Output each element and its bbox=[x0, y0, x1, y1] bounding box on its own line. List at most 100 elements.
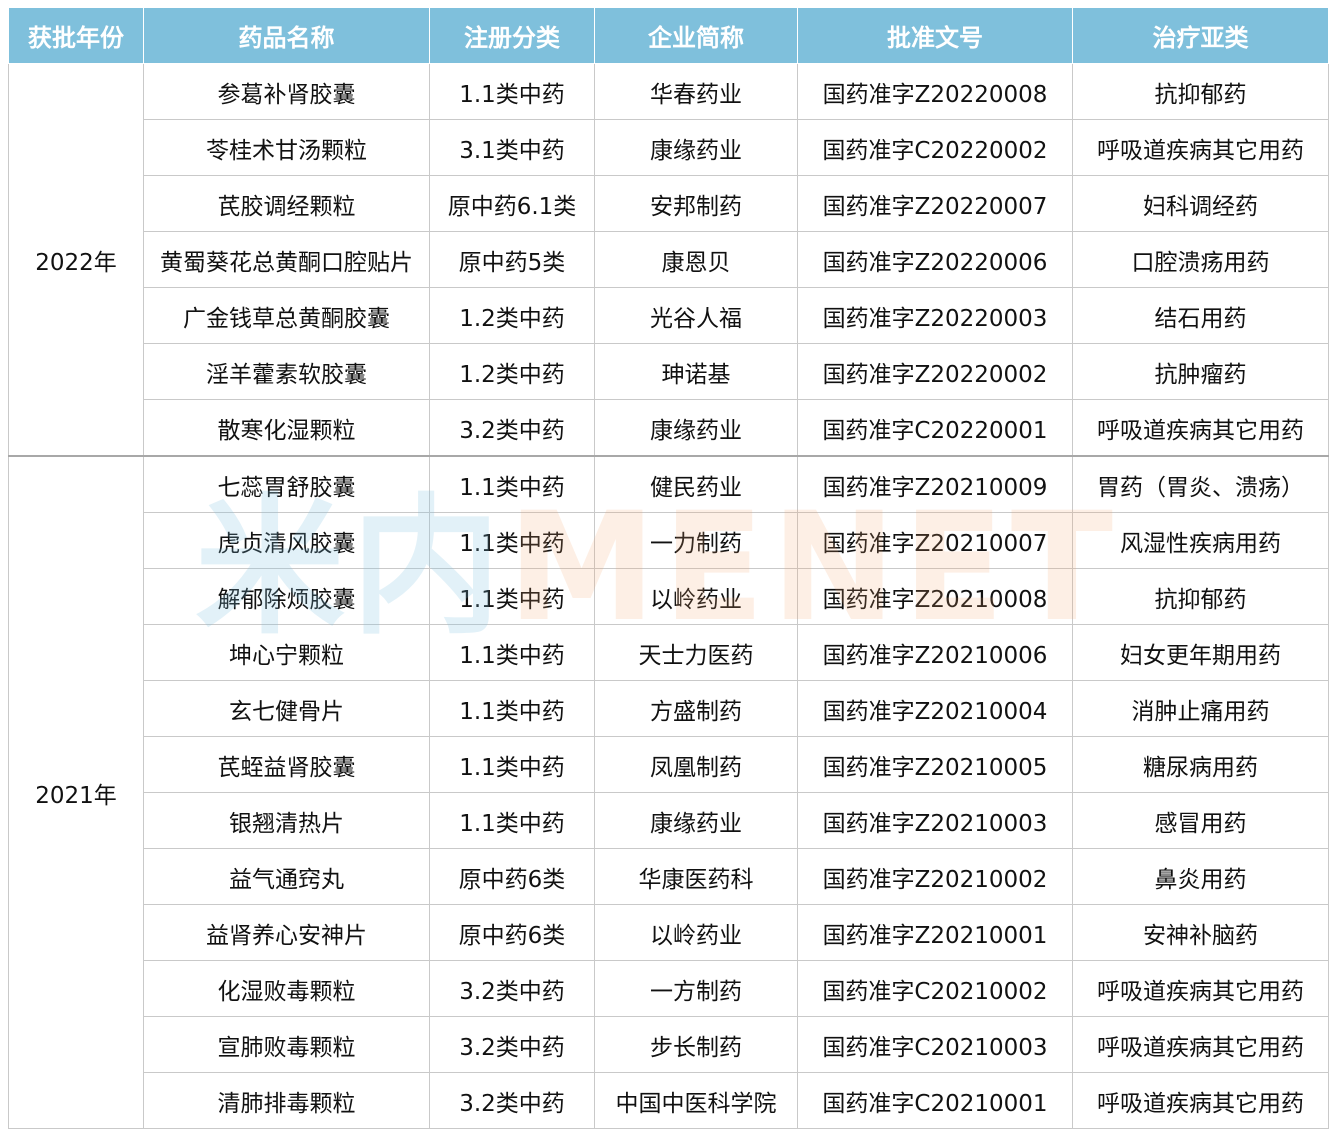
year-cell: 2022年 bbox=[8, 63, 144, 457]
approval-number-cell: 国药准字Z20210006 bbox=[797, 624, 1073, 681]
table-row: 宣肺败毒颗粒 3.2类中药 步长制药 国药准字C20210003 呼吸道疾病其它用药 bbox=[9, 1016, 1329, 1073]
approval-number-cell: 国药准字Z20210008 bbox=[797, 568, 1073, 625]
company-cell: 华康医药科 bbox=[594, 848, 798, 905]
drug-name-cell: 参葛补肾胶囊 bbox=[143, 63, 430, 120]
table-row: 2021年 七蕊胃舒胶囊 1.1类中药 健民药业 国药准字Z20210009 胃药（胃炎、… bbox=[8, 455, 1329, 1129]
drug-name-cell: 玄七健骨片 bbox=[143, 680, 430, 737]
table-row: 益肾养心安神片 原中药6类 以岭药业 国药准字Z20210001 安神补脑药 bbox=[9, 904, 1329, 961]
header-year: 获批年份 bbox=[8, 7, 144, 64]
registration-class-cell: 1.1类中药 bbox=[429, 736, 595, 793]
table-row: 银翘清热片 1.1类中药 康缘药业 国药准字Z20210003 感冒用药 bbox=[9, 792, 1329, 849]
therapy-subclass-cell: 胃药（胃炎、溃疡） bbox=[1072, 455, 1329, 513]
registration-class-cell: 原中药5类 bbox=[429, 231, 595, 288]
drug-name-cell: 虎贞清风胶囊 bbox=[143, 512, 430, 569]
company-cell: 一力制药 bbox=[594, 512, 798, 569]
drug-name-cell: 七蕊胃舒胶囊 bbox=[143, 455, 430, 513]
therapy-subclass-cell: 糖尿病用药 bbox=[1072, 736, 1329, 793]
therapy-subclass-cell: 风湿性疾病用药 bbox=[1072, 512, 1329, 569]
registration-class-cell: 1.2类中药 bbox=[429, 287, 595, 344]
therapy-subclass-cell: 抗抑郁药 bbox=[1072, 568, 1329, 625]
approval-number-cell: 国药准字Z20210004 bbox=[797, 680, 1073, 737]
drug-name-cell: 银翘清热片 bbox=[143, 792, 430, 849]
registration-class-cell: 1.2类中药 bbox=[429, 343, 595, 400]
drug-approval-table: 获批年份 药品名称 注册分类 企业简称 批准文号 治疗亚类 2022年 参葛补肾胶… bbox=[8, 7, 1329, 1129]
therapy-subclass-cell: 结石用药 bbox=[1072, 287, 1329, 344]
table-row: 淫羊藿素软胶囊 1.2类中药 珅诺基 国药准字Z20220002 抗肿瘤药 bbox=[9, 343, 1329, 400]
registration-class-cell: 1.1类中药 bbox=[429, 455, 595, 513]
therapy-subclass-cell: 妇科调经药 bbox=[1072, 175, 1329, 232]
registration-class-cell: 原中药6.1类 bbox=[429, 175, 595, 232]
therapy-subclass-cell: 安神补脑药 bbox=[1072, 904, 1329, 961]
company-cell: 安邦制药 bbox=[594, 175, 798, 232]
therapy-subclass-cell: 抗抑郁药 bbox=[1072, 63, 1329, 120]
therapy-subclass-cell: 妇女更年期用药 bbox=[1072, 624, 1329, 681]
approval-number-cell: 国药准字Z20220002 bbox=[797, 343, 1073, 400]
table-row: 化湿败毒颗粒 3.2类中药 一方制药 国药准字C20210002 呼吸道疾病其它用药 bbox=[9, 960, 1329, 1017]
approval-number-cell: 国药准字Z20210005 bbox=[797, 736, 1073, 793]
registration-class-cell: 1.1类中药 bbox=[429, 63, 595, 120]
table-row: 黄蜀葵花总黄酮口腔贴片 原中药5类 康恩贝 国药准字Z20220006 口腔溃疡用药 bbox=[9, 231, 1329, 288]
company-cell: 康缘药业 bbox=[594, 792, 798, 849]
drug-name-cell: 芪蛭益肾胶囊 bbox=[143, 736, 430, 793]
drug-name-cell: 宣肺败毒颗粒 bbox=[143, 1016, 430, 1073]
table-row: 苓桂术甘汤颗粒 3.1类中药 康缘药业 国药准字C20220002 呼吸道疾病其它用药 bbox=[9, 119, 1329, 176]
approval-number-cell: 国药准字Z20210009 bbox=[797, 455, 1073, 513]
table-row: 玄七健骨片 1.1类中药 方盛制药 国药准字Z20210004 消肿止痛用药 bbox=[9, 680, 1329, 737]
therapy-subclass-cell: 呼吸道疾病其它用药 bbox=[1072, 960, 1329, 1017]
table-row: 芪蛭益肾胶囊 1.1类中药 凤凰制药 国药准字Z20210005 糖尿病用药 bbox=[9, 736, 1329, 793]
drug-name-cell: 益气通窍丸 bbox=[143, 848, 430, 905]
company-cell: 康缘药业 bbox=[594, 119, 798, 176]
approval-number-cell: 国药准字Z20220008 bbox=[797, 63, 1073, 120]
year-cell: 2021年 bbox=[8, 455, 144, 1129]
therapy-subclass-cell: 消肿止痛用药 bbox=[1072, 680, 1329, 737]
registration-class-cell: 1.1类中药 bbox=[429, 680, 595, 737]
registration-class-cell: 3.2类中药 bbox=[429, 960, 595, 1017]
header-therapy-subclass: 治疗亚类 bbox=[1072, 7, 1329, 64]
drug-name-cell: 坤心宁颗粒 bbox=[143, 624, 430, 681]
registration-class-cell: 原中药6类 bbox=[429, 848, 595, 905]
drug-name-cell: 益肾养心安神片 bbox=[143, 904, 430, 961]
registration-class-cell: 1.1类中药 bbox=[429, 792, 595, 849]
therapy-subclass-cell: 呼吸道疾病其它用药 bbox=[1072, 1016, 1329, 1073]
drug-name-cell: 散寒化湿颗粒 bbox=[143, 399, 430, 457]
drug-name-cell: 芪胶调经颗粒 bbox=[143, 175, 430, 232]
approval-number-cell: 国药准字Z20220003 bbox=[797, 287, 1073, 344]
table-row: 2022年 参葛补肾胶囊 1.1类中药 华春药业 国药准字Z20220008 抗抑郁药 bbox=[8, 63, 1329, 457]
company-cell: 方盛制药 bbox=[594, 680, 798, 737]
drug-name-cell: 淫羊藿素软胶囊 bbox=[143, 343, 430, 400]
company-cell: 珅诺基 bbox=[594, 343, 798, 400]
company-cell: 中国中医科学院 bbox=[594, 1072, 798, 1129]
header-approval-number: 批准文号 bbox=[797, 7, 1073, 64]
therapy-subclass-cell: 呼吸道疾病其它用药 bbox=[1072, 119, 1329, 176]
therapy-subclass-cell: 呼吸道疾病其它用药 bbox=[1072, 399, 1329, 457]
drug-name-cell: 清肺排毒颗粒 bbox=[143, 1072, 430, 1129]
company-cell: 康恩贝 bbox=[594, 231, 798, 288]
drug-name-cell: 化湿败毒颗粒 bbox=[143, 960, 430, 1017]
approval-number-cell: 国药准字Z20210003 bbox=[797, 792, 1073, 849]
company-cell: 天士力医药 bbox=[594, 624, 798, 681]
registration-class-cell: 原中药6类 bbox=[429, 904, 595, 961]
table-row: 解郁除烦胶囊 1.1类中药 以岭药业 国药准字Z20210008 抗抑郁药 bbox=[9, 568, 1329, 625]
company-cell: 光谷人福 bbox=[594, 287, 798, 344]
therapy-subclass-cell: 感冒用药 bbox=[1072, 792, 1329, 849]
approval-number-cell: 国药准字C20220002 bbox=[797, 119, 1073, 176]
company-cell: 健民药业 bbox=[594, 455, 798, 513]
table-row: 广金钱草总黄酮胶囊 1.2类中药 光谷人福 国药准字Z20220003 结石用药 bbox=[9, 287, 1329, 344]
header-drug-name: 药品名称 bbox=[143, 7, 430, 64]
drug-name-cell: 解郁除烦胶囊 bbox=[143, 568, 430, 625]
therapy-subclass-cell: 鼻炎用药 bbox=[1072, 848, 1329, 905]
registration-class-cell: 1.1类中药 bbox=[429, 568, 595, 625]
approval-number-cell: 国药准字C20210003 bbox=[797, 1016, 1073, 1073]
approval-number-cell: 国药准字Z20210007 bbox=[797, 512, 1073, 569]
registration-class-cell: 1.1类中药 bbox=[429, 512, 595, 569]
company-cell: 华春药业 bbox=[594, 63, 798, 120]
table-body: 2022年 参葛补肾胶囊 1.1类中药 华春药业 国药准字Z20220008 抗抑郁药 苓桂… bbox=[8, 63, 1329, 1129]
table-row: 清肺排毒颗粒 3.2类中药 中国中医科学院 国药准字C20210001 呼吸道疾病其它用… bbox=[9, 1072, 1329, 1129]
table-row: 益气通窍丸 原中药6类 华康医药科 国药准字Z20210002 鼻炎用药 bbox=[9, 848, 1329, 905]
table-row: 芪胶调经颗粒 原中药6.1类 安邦制药 国药准字Z20220007 妇科调经药 bbox=[9, 175, 1329, 232]
registration-class-cell: 3.1类中药 bbox=[429, 119, 595, 176]
header-company: 企业简称 bbox=[594, 7, 798, 64]
approval-number-cell: 国药准字Z20210002 bbox=[797, 848, 1073, 905]
approval-number-cell: 国药准字Z20210001 bbox=[797, 904, 1073, 961]
approval-number-cell: 国药准字Z20220007 bbox=[797, 175, 1073, 232]
